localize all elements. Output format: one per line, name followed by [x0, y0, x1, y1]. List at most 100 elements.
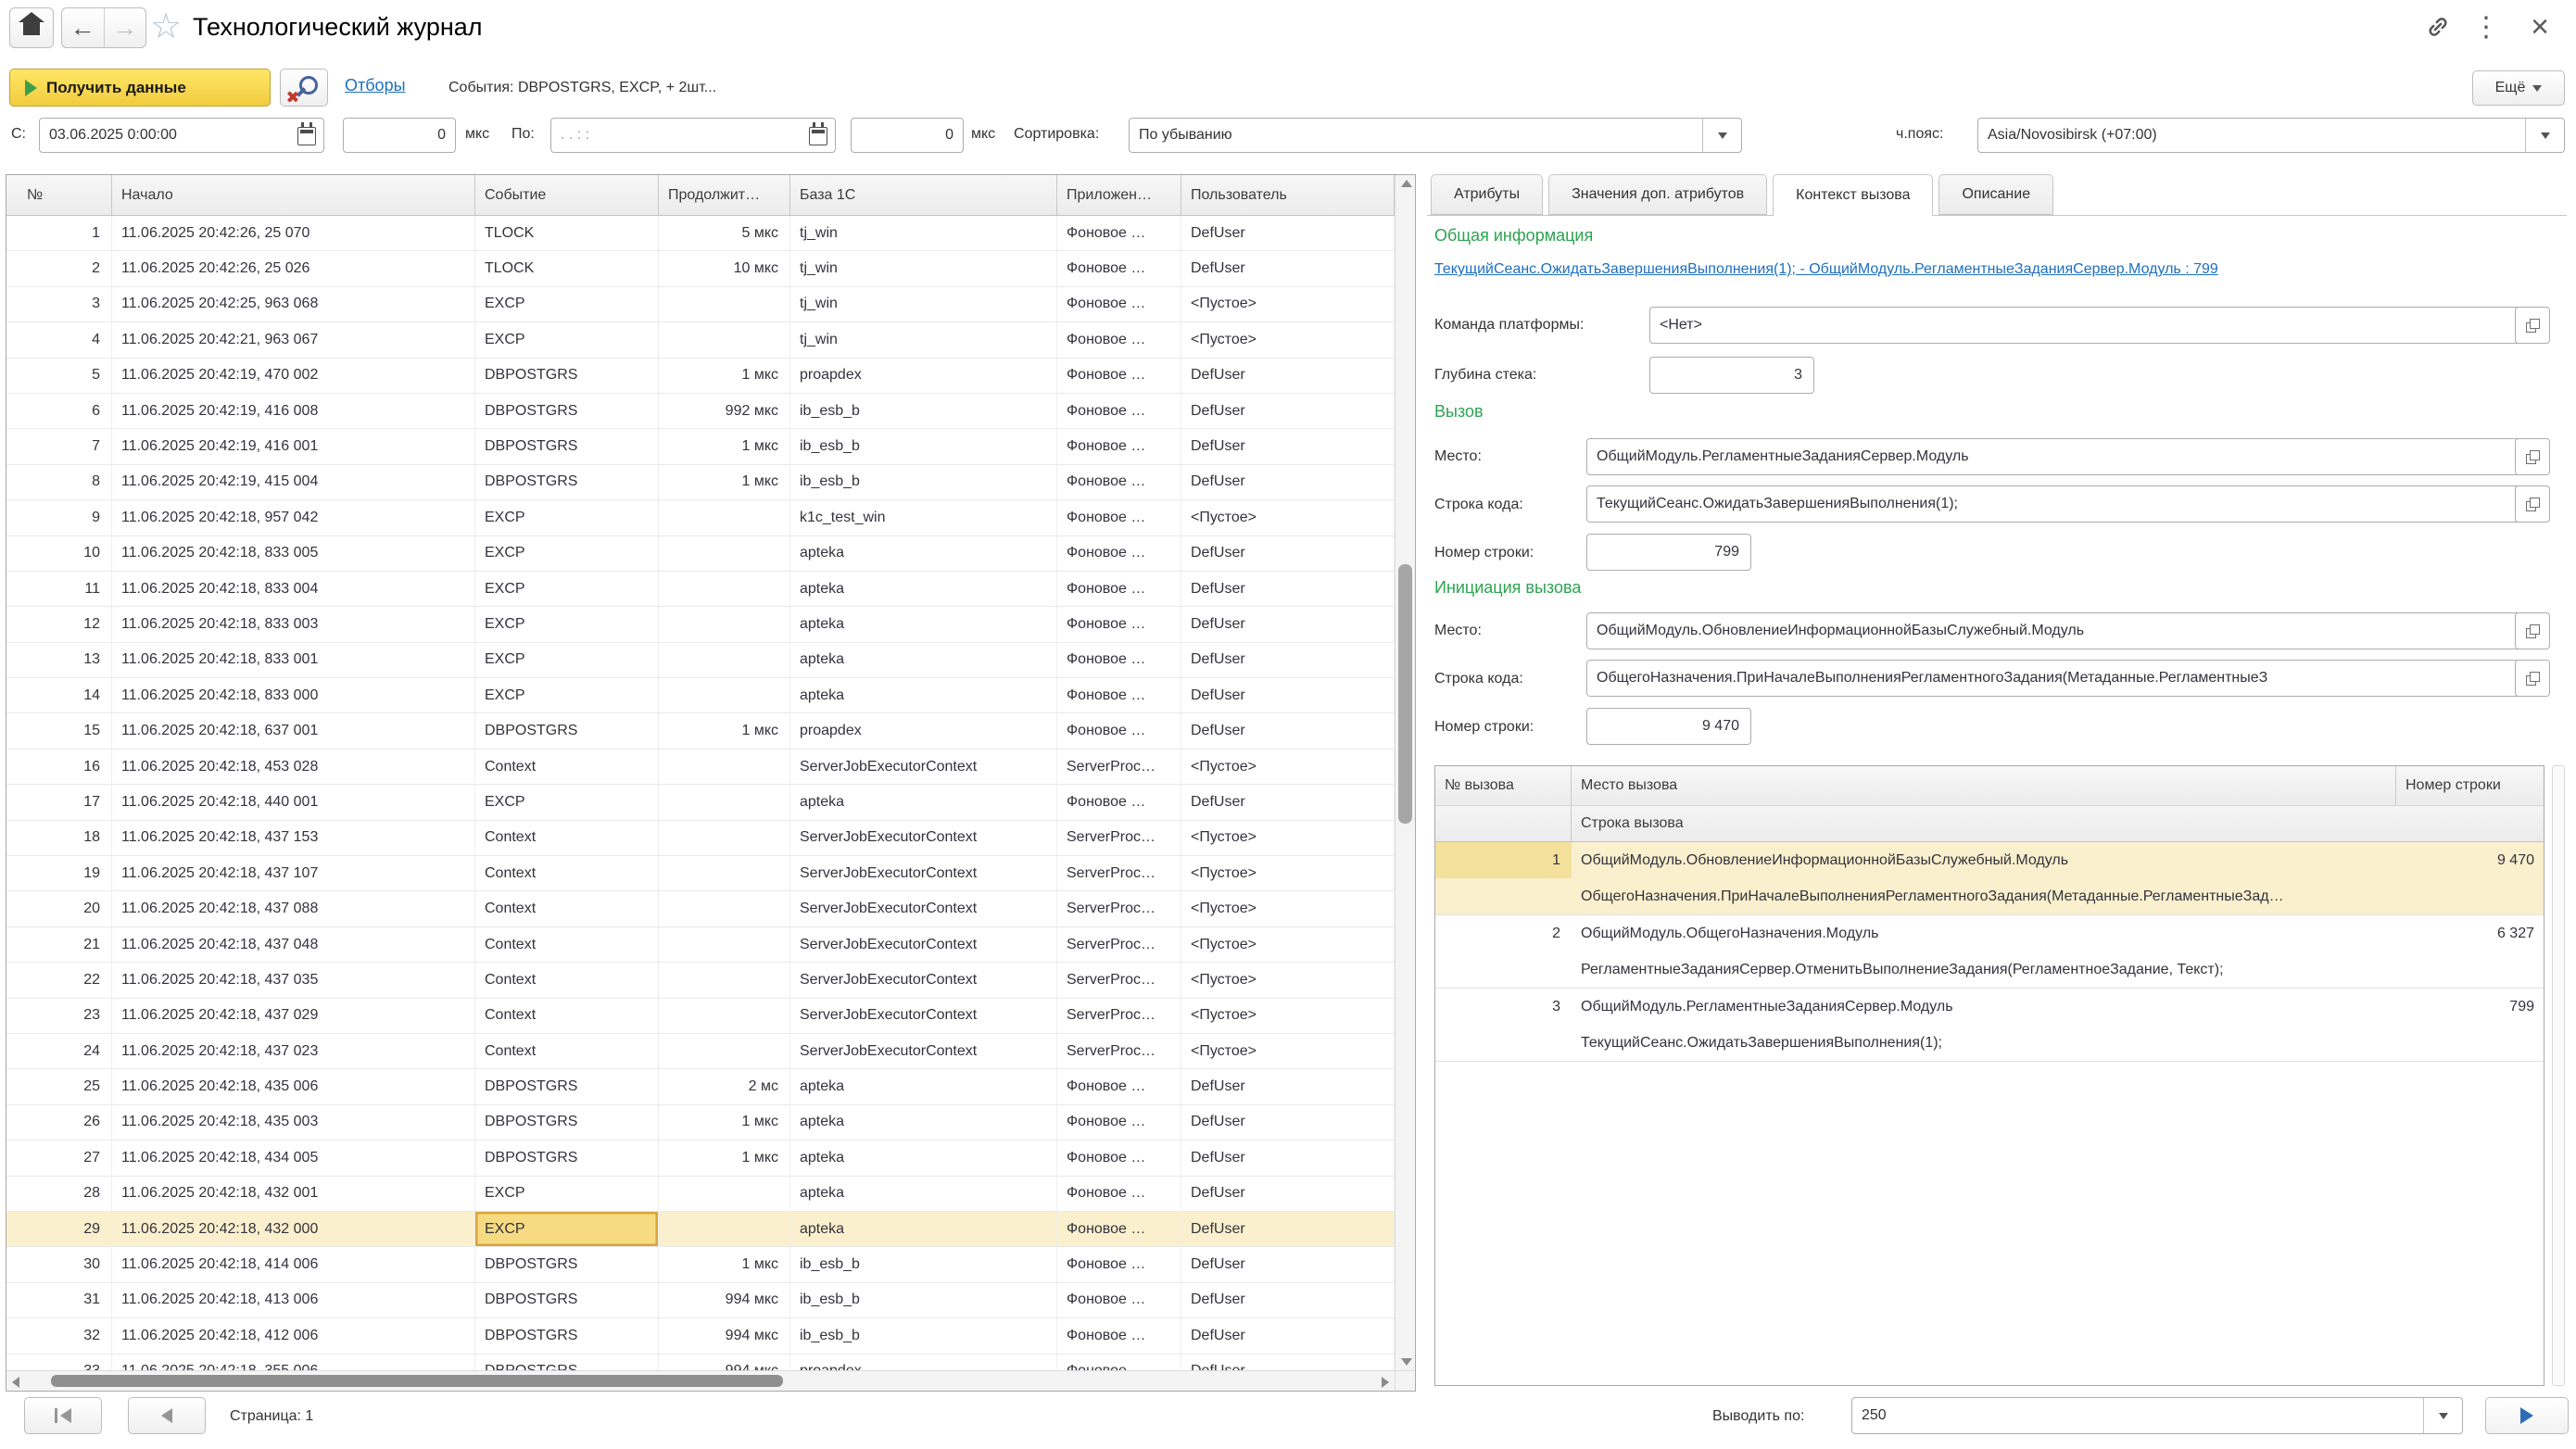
log-cell[interactable]: 1 мкс [659, 465, 790, 499]
call-lineno-field[interactable]: 799 [1586, 534, 1751, 571]
dropdown-button[interactable] [2525, 119, 2564, 152]
log-cell[interactable]: proapdex [790, 359, 1057, 393]
table-row[interactable]: 1511.06.2025 20:42:18, 637 001DBPOSTGRS1… [6, 713, 1395, 749]
log-cell[interactable]: Фоновое … [1057, 572, 1181, 606]
call-line-cell[interactable]: РегламентныеЗаданияСервер.ОтменитьВыполн… [1435, 951, 2544, 988]
log-cell[interactable] [659, 500, 790, 535]
log-cell[interactable]: 22 [6, 963, 112, 997]
table-row[interactable]: 2311.06.2025 20:42:18, 437 029ContextSer… [6, 999, 1395, 1034]
log-cell[interactable]: DefUser [1181, 1069, 1395, 1103]
log-cell[interactable]: DBPOSTGRS [475, 1247, 659, 1281]
log-cell[interactable]: ServerProc… [1057, 927, 1181, 962]
vertical-scrollbar[interactable] [1395, 175, 1415, 1370]
call-num-cell[interactable]: 1 [1435, 842, 1572, 878]
log-cell[interactable]: DefUser [1181, 607, 1395, 641]
log-cell[interactable]: DefUser [1181, 1105, 1395, 1140]
table-row[interactable]: 1211.06.2025 20:42:18, 833 003EXCPapteka… [6, 607, 1395, 642]
log-cell[interactable]: DefUser [1181, 465, 1395, 499]
log-cell[interactable]: 32 [6, 1318, 112, 1353]
log-cell[interactable]: ib_esb_b [790, 1283, 1057, 1317]
table-row[interactable]: 2811.06.2025 20:42:18, 432 001EXCPapteka… [6, 1177, 1395, 1212]
log-cell[interactable]: 29 [6, 1212, 112, 1246]
log-cell[interactable]: 11.06.2025 20:42:18, 435 006 [112, 1069, 475, 1103]
log-cell[interactable]: <Пустое> [1181, 821, 1395, 855]
table-row[interactable]: 3011.06.2025 20:42:18, 414 006DBPOSTGRS1… [6, 1247, 1395, 1282]
column-header[interactable]: № [6, 175, 112, 215]
details-scrollbar-track[interactable] [2552, 765, 2565, 1386]
tab-1[interactable]: Атрибуты [1431, 174, 1543, 215]
open-value-button[interactable] [2515, 612, 2550, 649]
log-cell[interactable]: 994 мкс [659, 1354, 790, 1371]
table-row[interactable]: 811.06.2025 20:42:19, 415 004DBPOSTGRS1 … [6, 465, 1395, 500]
log-cell[interactable]: <Пустое> [1181, 927, 1395, 962]
column-header[interactable]: Продолжит… [659, 175, 790, 215]
table-row[interactable]: 111.06.2025 20:42:26, 25 070TLOCK5 мксtj… [6, 216, 1395, 251]
log-cell[interactable]: DefUser [1181, 1212, 1395, 1246]
log-cell[interactable]: DefUser [1181, 251, 1395, 285]
call-code-field[interactable]: ТекущийСеанс.ОжидатьЗавершенияВыполнения… [1586, 485, 2550, 523]
log-cell[interactable]: 11.06.2025 20:42:18, 440 001 [112, 785, 475, 819]
call-lineno-cell[interactable]: 9 470 [2396, 842, 2544, 878]
log-cell[interactable]: DefUser [1181, 643, 1395, 677]
log-cell[interactable] [659, 1212, 790, 1246]
log-cell[interactable]: 11.06.2025 20:42:19, 415 004 [112, 465, 475, 499]
log-cell[interactable]: 11.06.2025 20:42:18, 434 005 [112, 1140, 475, 1175]
log-cell[interactable]: 1 мкс [659, 359, 790, 393]
log-cell[interactable]: 5 [6, 359, 112, 393]
table-row[interactable]: 2511.06.2025 20:42:18, 435 006DBPOSTGRS2… [6, 1069, 1395, 1104]
log-cell[interactable]: 10 мкс [659, 251, 790, 285]
get-data-button[interactable]: Получить данные [9, 69, 271, 107]
log-cell[interactable]: DefUser [1181, 1140, 1395, 1175]
table-row[interactable]: 3211.06.2025 20:42:18, 412 006DBPOSTGRS9… [6, 1318, 1395, 1354]
log-cell[interactable]: 20 [6, 891, 112, 926]
log-cell[interactable]: 994 мкс [659, 1318, 790, 1353]
column-header[interactable]: Событие [475, 175, 659, 215]
sort-select[interactable]: По убыванию [1129, 118, 1742, 153]
log-cell[interactable]: Фоновое … [1057, 465, 1181, 499]
log-cell[interactable]: Context [475, 1034, 659, 1068]
log-cell[interactable]: apteka [790, 1105, 1057, 1140]
call-place-field[interactable]: ОбщийМодуль.РегламентныеЗаданияСервер.Мо… [1586, 438, 2550, 475]
log-cell[interactable]: EXCP [475, 1177, 659, 1211]
log-cell[interactable] [659, 678, 790, 712]
log-cell[interactable]: Фоновое … [1057, 1069, 1181, 1103]
table-row[interactable]: 311.06.2025 20:42:25, 963 068EXCPtj_winФ… [6, 287, 1395, 322]
log-cell[interactable]: <Пустое> [1181, 999, 1395, 1033]
log-cell[interactable]: 9 [6, 500, 112, 535]
table-row[interactable]: 411.06.2025 20:42:21, 963 067EXCPtj_winФ… [6, 322, 1395, 358]
open-value-button[interactable] [2515, 660, 2550, 697]
table-row[interactable]: 711.06.2025 20:42:19, 416 001DBPOSTGRS1 … [6, 429, 1395, 464]
log-cell[interactable]: 17 [6, 785, 112, 819]
log-cell[interactable]: 1 мкс [659, 1247, 790, 1281]
log-cell[interactable]: 24 [6, 1034, 112, 1068]
filter-search-button[interactable] [280, 69, 328, 107]
log-cell[interactable]: EXCP [475, 607, 659, 641]
log-cell[interactable]: 11.06.2025 20:42:18, 413 006 [112, 1283, 475, 1317]
log-cell[interactable]: apteka [790, 1212, 1057, 1246]
tab-2[interactable]: Значения доп. атрибутов [1548, 174, 1767, 215]
log-cell[interactable]: 11.06.2025 20:42:18, 412 006 [112, 1318, 475, 1353]
log-cell[interactable] [659, 891, 790, 926]
call-place-cell[interactable]: ОбщийМодуль.ОбщегоНазначения.Модуль [1572, 915, 2396, 951]
log-cell[interactable]: 19 [6, 856, 112, 890]
log-cell[interactable]: apteka [790, 607, 1057, 641]
log-cell[interactable]: Фоновое … [1057, 251, 1181, 285]
log-cell[interactable]: ServerJobExecutorContext [790, 927, 1057, 962]
log-cell[interactable]: DBPOSTGRS [475, 1354, 659, 1371]
stack-depth-field[interactable]: 3 [1649, 357, 1814, 394]
log-cell[interactable] [659, 1034, 790, 1068]
log-cell[interactable]: k1c_test_win [790, 500, 1057, 535]
log-cell[interactable]: Фоновое … [1057, 287, 1181, 321]
log-cell[interactable] [659, 821, 790, 855]
log-cell[interactable]: 23 [6, 999, 112, 1033]
open-value-button[interactable] [2515, 438, 2550, 475]
init-code-field[interactable]: ОбщегоНазначения.ПриНачалеВыполненияРегл… [1586, 660, 2550, 697]
log-cell[interactable]: ServerProc… [1057, 963, 1181, 997]
log-cell[interactable]: Фоновое … [1057, 500, 1181, 535]
log-cell[interactable]: DefUser [1181, 1247, 1395, 1281]
dropdown-button[interactable] [2423, 1398, 2462, 1433]
log-cell[interactable]: 1 [6, 216, 112, 250]
horizontal-scrollbar-thumb[interactable] [51, 1375, 783, 1387]
log-cell[interactable]: 16 [6, 750, 112, 784]
log-cell[interactable]: DefUser [1181, 1177, 1395, 1211]
